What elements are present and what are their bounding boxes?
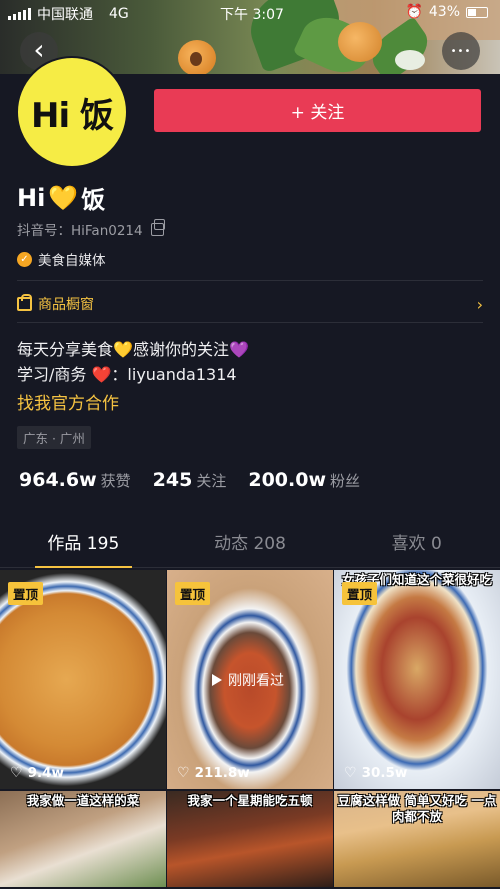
video-thumbnail[interactable]: 置顶 ♡ 9.4w — [0, 570, 166, 789]
back-icon: ‹ — [33, 32, 45, 66]
heart-outline-icon: ♡ — [177, 765, 190, 781]
pinned-badge: 置顶 — [175, 582, 211, 605]
battery-icon — [466, 6, 488, 18]
douyin-id-text: 抖音号：HiFan0214 — [17, 223, 143, 239]
tab-works[interactable]: 作品 195 — [0, 520, 167, 568]
stat-followers[interactable]: 200.0w 粉丝 — [248, 469, 360, 491]
bio-line-1: 每天分享美食💛感谢你的关注💜 — [17, 337, 249, 362]
verification-badge: ✓ 美食自媒体 — [17, 249, 106, 269]
like-count-text: 9.4w — [27, 765, 64, 781]
bio: 每天分享美食💛感谢你的关注💜 学习/商务 ❤️：liyuanda1314 — [17, 337, 249, 387]
clock: 下午 3:07 — [220, 7, 284, 23]
like-count: ♡ 30.5w — [344, 765, 407, 781]
bio-text: 感谢你的关注 — [132, 340, 229, 359]
follow-label: + 关注 — [290, 103, 345, 123]
video-thumbnail[interactable]: 我家一个星期能吃五顿 — [167, 791, 333, 887]
like-count-text: 30.5w — [361, 765, 408, 781]
stat-likes-num: 964.6w — [19, 469, 97, 491]
stat-followers-num: 200.0w — [248, 469, 327, 491]
shop-window-label: 商品橱窗 — [38, 297, 94, 313]
yellow-heart-icon: 💛 — [113, 340, 133, 359]
stat-likes-label: 获赞 — [100, 472, 131, 490]
more-icon: ••• — [450, 45, 472, 57]
video-caption-overlay: 我家做一道这样的菜 — [26, 793, 140, 808]
nickname-post: 饭 — [81, 186, 106, 214]
shop-window-row[interactable]: 商品橱窗 › — [17, 294, 483, 314]
banner-flowers — [395, 50, 425, 70]
stat-following[interactable]: 245 关注 — [153, 469, 227, 491]
more-button[interactable]: ••• — [442, 32, 480, 70]
purple-heart-icon: 💜 — [228, 340, 249, 359]
nickname-pre: Hi — [17, 183, 46, 212]
like-count: ♡ 211.8w — [177, 765, 250, 781]
carrier-label: 中国联通 — [37, 7, 93, 23]
play-icon — [212, 674, 222, 686]
like-count-text: 211.8w — [194, 765, 250, 781]
recently-watched-text: 刚刚看过 — [228, 673, 284, 689]
network-label: 4G — [109, 6, 129, 22]
bio-text: ：liyuanda1314 — [111, 365, 237, 384]
like-count: ♡ 9.4w — [10, 765, 64, 781]
divider — [17, 280, 483, 281]
verification-text: 美食自媒体 — [38, 253, 106, 269]
nickname: Hi 💛 饭 — [17, 180, 105, 215]
signal-icon — [8, 8, 31, 20]
recently-watched: 刚刚看过 — [212, 670, 284, 690]
stat-following-label: 关注 — [196, 472, 227, 490]
alarm-icon: ⏰ — [405, 4, 423, 20]
status-bar: 中国联通 4G 下午 3:07 ⏰ 43% — [0, 0, 500, 26]
shopping-bag-icon — [17, 294, 32, 311]
heart-outline-icon: ♡ — [10, 765, 23, 781]
red-heart-icon: ❤️ — [91, 365, 112, 384]
douyin-id: 抖音号：HiFan0214 — [17, 218, 165, 239]
video-caption-overlay: 豆腐这样做 简单又好吃 一点肉都不放 — [337, 793, 497, 824]
bio-line-2: 学习/商务 ❤️：liyuanda1314 — [17, 362, 249, 387]
location-text: 广东 · 广州 — [23, 431, 85, 446]
bio-text: 每天分享美食 — [17, 340, 114, 359]
video-thumbnail[interactable]: 置顶 刚刚看过 ♡ 211.8w — [167, 570, 333, 789]
battery-percent: 43% — [428, 4, 460, 20]
bio-text: 学习/商务 — [17, 365, 87, 384]
contact-link[interactable]: 找我官方合作 — [17, 389, 119, 414]
tab-likes[interactable]: 喜欢 0 — [333, 520, 500, 567]
video-thumbnail[interactable]: 我家做一道这样的菜 — [0, 791, 166, 887]
heart-outline-icon: ♡ — [344, 765, 357, 781]
content-tabs: 作品 195 动态 208 喜欢 0 — [0, 520, 500, 568]
follow-button[interactable]: + 关注 — [154, 89, 481, 132]
location-tag: 广东 · 广州 — [17, 426, 91, 449]
avatar[interactable]: Hi 饭 — [16, 56, 128, 168]
stat-followers-label: 粉丝 — [330, 472, 361, 490]
stat-following-num: 245 — [152, 469, 193, 491]
stat-likes: 964.6w 获赞 — [19, 469, 131, 491]
verified-icon: ✓ — [17, 251, 32, 267]
banner-apricot — [178, 40, 216, 74]
tab-moments[interactable]: 动态 208 — [167, 520, 334, 567]
video-thumbnail[interactable]: 女孩子们知道这个菜很好吃 置顶 ♡ 30.5w — [334, 570, 500, 789]
video-thumbnail[interactable]: 豆腐这样做 简单又好吃 一点肉都不放 — [334, 791, 500, 887]
chevron-right-icon: › — [476, 294, 483, 314]
video-grid: 置顶 ♡ 9.4w 置顶 刚刚看过 ♡ 211.8w 女孩子们知道这个菜很好吃 … — [0, 570, 500, 887]
yellow-heart-icon: 💛 — [48, 183, 79, 212]
pinned-badge: 置顶 — [8, 582, 44, 605]
pinned-badge: 置顶 — [342, 582, 378, 605]
copy-icon[interactable] — [150, 218, 165, 236]
divider — [17, 322, 483, 323]
stats-row: 964.6w 获赞 245 关注 200.0w 粉丝 — [19, 469, 382, 491]
banner-apricot — [338, 22, 382, 62]
avatar-text: Hi 饭 — [31, 95, 114, 136]
video-caption-overlay: 我家一个星期能吃五顿 — [187, 793, 313, 808]
